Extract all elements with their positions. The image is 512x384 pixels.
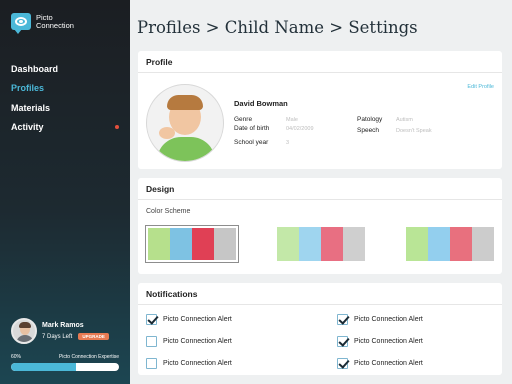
color-scheme-option[interactable] (275, 225, 367, 263)
color-swatch (450, 227, 472, 261)
days-left: 7 Days Left (42, 333, 73, 340)
eye-logo-icon (11, 13, 31, 34)
school-year-label: School year (234, 139, 269, 146)
notifications-card: Notifications Picto Connection Alert Pict… (138, 283, 502, 375)
speech-value: Doesn't Speak (396, 128, 432, 134)
notification-label: Picto Connection Alert (163, 316, 232, 323)
color-scheme-option[interactable] (404, 225, 496, 263)
color-swatch (428, 227, 450, 261)
profile-card: Profile Edit Profile David Bowman Genre … (138, 51, 502, 169)
profile-header: Profile (138, 51, 502, 73)
sidebar-item-activity[interactable]: Activity (11, 118, 121, 138)
dob-value: 04/02/2009 (286, 126, 314, 132)
sidebar: Picto Connection Dashboard Profiles Mate… (0, 0, 130, 384)
sidebar-item-label: Materials (11, 102, 51, 113)
notification-label: Picto Connection Alert (163, 338, 232, 345)
dob-label: Date of birth (234, 125, 270, 132)
notification-checkbox[interactable] (146, 314, 157, 325)
color-scheme-label: Color Scheme (146, 208, 191, 215)
color-swatch (321, 227, 343, 261)
page-title: Profiles > Child Name > Settings (137, 18, 418, 37)
color-swatch (277, 227, 299, 261)
color-swatch (472, 227, 494, 261)
notification-checkbox[interactable] (146, 358, 157, 369)
school-year-value: 3 (286, 140, 290, 146)
notification-option[interactable]: Picto Connection Alert (337, 336, 423, 347)
sidebar-item-dashboard[interactable]: Dashboard (11, 59, 121, 79)
user-panel: Mark Ramos 7 Days Left UPGRADE (11, 318, 109, 344)
color-swatch (406, 227, 428, 261)
progress-bar (11, 363, 119, 371)
sidebar-item-materials[interactable]: Materials (11, 98, 121, 118)
color-swatch (343, 227, 365, 261)
notification-option[interactable]: Picto Connection Alert (337, 358, 423, 369)
genre-value: Male (286, 117, 298, 123)
notification-label: Picto Connection Alert (163, 360, 232, 367)
patology-value: Autism (396, 117, 413, 123)
color-swatch (214, 228, 236, 260)
notification-checkbox[interactable] (337, 336, 348, 347)
upgrade-button[interactable]: UPGRADE (78, 333, 109, 340)
notification-option[interactable]: Picto Connection Alert (146, 336, 232, 347)
patology-label: Patology (357, 116, 383, 123)
app-name-line2: Connection (36, 20, 74, 30)
progress-fill (11, 363, 76, 371)
notification-label: Picto Connection Alert (354, 360, 423, 367)
progress-name: Picto Connection Expertise (58, 354, 119, 360)
app-name: Picto Connection (36, 13, 74, 30)
progress-labels: 60% Picto Connection Expertise (11, 354, 119, 360)
progress-percent: 60% (11, 354, 22, 360)
edit-profile-link[interactable]: Edit Profile (467, 84, 494, 90)
color-swatch (170, 228, 192, 260)
avatar[interactable] (11, 318, 37, 344)
sidebar-item-label: Dashboard (11, 63, 59, 74)
color-swatch (148, 228, 170, 260)
child-photo (146, 84, 224, 162)
color-scheme-option[interactable] (145, 225, 239, 263)
color-swatch (299, 227, 321, 261)
notification-dot (115, 125, 119, 130)
notification-checkbox[interactable] (146, 336, 157, 347)
color-swatch (192, 228, 214, 260)
user-name: Mark Ramos (42, 322, 84, 329)
sidebar-item-label: Activity (11, 122, 44, 133)
sidebar-item-profiles[interactable]: Profiles (11, 79, 121, 99)
notification-checkbox[interactable] (337, 358, 348, 369)
speech-label: Speech (357, 127, 380, 134)
notifications-header: Notifications (138, 283, 502, 305)
genre-label: Genre (234, 116, 253, 123)
app-logo[interactable]: Picto Connection (11, 13, 74, 34)
notification-option[interactable]: Picto Connection Alert (337, 314, 423, 325)
design-header: Design (138, 178, 502, 200)
notification-label: Picto Connection Alert (354, 316, 423, 323)
notification-option[interactable]: Picto Connection Alert (146, 314, 232, 325)
notification-option[interactable]: Picto Connection Alert (146, 358, 232, 369)
child-name: David Bowman (234, 99, 288, 108)
notification-checkbox[interactable] (337, 314, 348, 325)
sidebar-nav: Dashboard Profiles Materials Activity (11, 59, 121, 137)
notification-label: Picto Connection Alert (354, 338, 423, 345)
sidebar-item-label: Profiles (11, 83, 45, 94)
design-card: Design Color Scheme (138, 178, 502, 274)
